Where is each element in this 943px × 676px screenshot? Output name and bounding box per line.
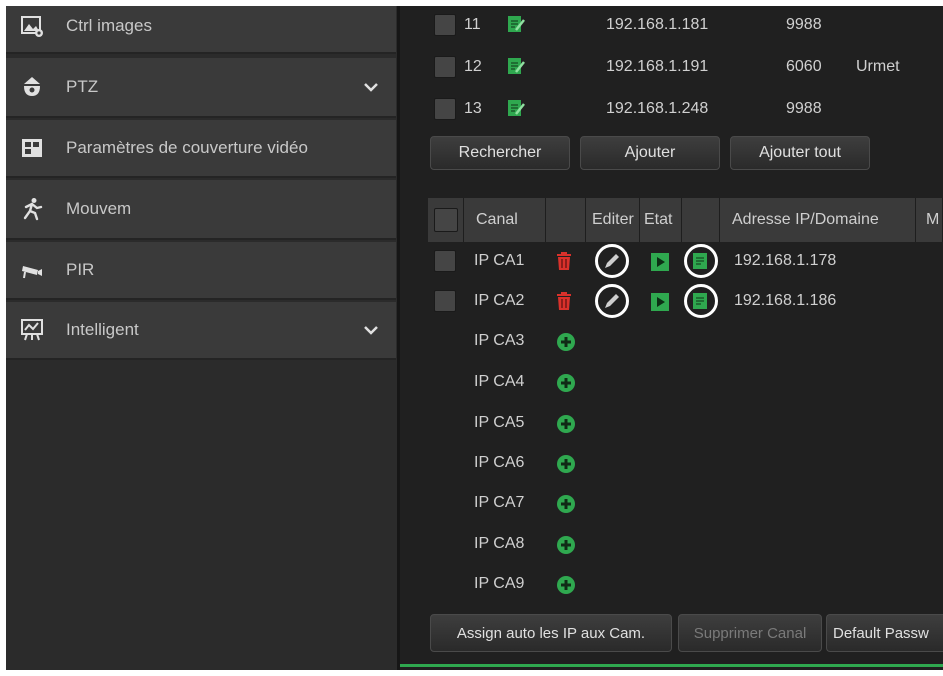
sidebar-item-label: Ctrl images [66, 16, 152, 35]
chevron-down-icon [364, 326, 378, 335]
video-cover-icon [22, 139, 42, 157]
add-circle-icon[interactable] [556, 414, 576, 434]
default-password-button[interactable]: Default Passw [826, 614, 943, 652]
main-panel: 11 192.168.1.181 9988 12 192.168.1.191 6… [400, 6, 943, 670]
channel-name: IP CA2 [474, 292, 525, 309]
select-all-checkbox[interactable] [434, 208, 458, 232]
channel-name: IP CA6 [474, 454, 525, 471]
column-header-channel[interactable]: Canal [464, 198, 546, 242]
sidebar-item-video-cover[interactable]: Paramètres de couverture vidéo [6, 120, 396, 178]
result-ip: 192.168.1.181 [606, 16, 709, 33]
sidebar-item-image-control[interactable]: Ctrl images [6, 6, 396, 54]
result-ip: 192.168.1.248 [606, 100, 709, 117]
assign-auto-ip-button[interactable]: Assign auto les IP aux Cam. [430, 614, 672, 652]
chevron-down-icon [364, 83, 378, 92]
channel-name: IP CA9 [474, 575, 525, 592]
trash-icon[interactable] [554, 291, 574, 311]
result-port: 6060 [786, 58, 822, 75]
column-header-ip-domain[interactable]: Adresse IP/Domaine [720, 198, 916, 242]
result-checkbox[interactable] [434, 56, 456, 78]
pir-camera-icon [22, 266, 42, 279]
row-checkbox[interactable] [434, 250, 456, 272]
channel-name: IP CA5 [474, 414, 525, 431]
column-header-delete [546, 198, 586, 242]
search-button[interactable]: Rechercher [430, 136, 570, 170]
play-status-icon [651, 293, 669, 311]
sidebar-item-label: Mouvem [66, 199, 132, 218]
sidebar-item-label: Paramètres de couverture vidéo [66, 138, 308, 157]
sidebar-item-label: Intelligent [66, 320, 139, 339]
result-ip: 192.168.1.191 [606, 58, 709, 75]
header-checkbox-cell [428, 198, 464, 242]
add-circle-icon[interactable] [556, 575, 576, 595]
edit-green-icon[interactable] [506, 14, 526, 34]
sidebar-item-motion[interactable]: Mouvem [6, 180, 396, 240]
edit-green-icon[interactable] [506, 98, 526, 118]
highlight-circle [684, 284, 718, 318]
sidebar-item-ptz[interactable]: PTZ [6, 58, 396, 118]
column-header-more[interactable]: M [916, 198, 943, 242]
add-circle-icon[interactable] [556, 373, 576, 393]
highlight-circle [595, 244, 629, 278]
result-number: 13 [464, 100, 482, 117]
result-port: 9988 [786, 100, 822, 117]
sidebar-item-pir[interactable]: PIR [6, 242, 396, 300]
channel-name: IP CA8 [474, 535, 525, 552]
result-checkbox[interactable] [434, 98, 456, 120]
channel-name: IP CA4 [474, 373, 525, 390]
accent-line [400, 664, 943, 667]
add-circle-icon[interactable] [556, 454, 576, 474]
result-port: 9988 [786, 16, 822, 33]
nvr-window: Ctrl images PTZ Paramètres de couverture… [6, 6, 943, 670]
channel-ip: 192.168.1.178 [734, 252, 837, 269]
intelligent-easel-icon [21, 319, 43, 341]
play-status-icon [651, 253, 669, 271]
motion-person-icon [23, 198, 43, 221]
highlight-circle [595, 284, 629, 318]
result-checkbox[interactable] [434, 14, 456, 36]
add-button[interactable]: Ajouter [580, 136, 720, 170]
sidebar: Ctrl images PTZ Paramètres de couverture… [6, 6, 398, 670]
add-circle-icon[interactable] [556, 494, 576, 514]
sidebar-item-label: PIR [66, 260, 95, 279]
result-number: 12 [464, 58, 482, 75]
column-header-state[interactable]: Etat [640, 198, 682, 242]
sidebar-item-intelligent[interactable]: Intelligent [6, 302, 396, 360]
ptz-camera-icon [24, 77, 40, 96]
add-circle-icon[interactable] [556, 332, 576, 352]
column-header-config [682, 198, 720, 242]
delete-channel-button[interactable]: Supprimer Canal [678, 614, 822, 652]
sidebar-item-label: PTZ [66, 77, 99, 96]
highlight-circle [684, 244, 718, 278]
trash-icon[interactable] [554, 251, 574, 271]
result-number: 11 [464, 16, 481, 33]
column-header-edit[interactable]: Editer [586, 198, 640, 242]
row-checkbox[interactable] [434, 290, 456, 312]
channel-name: IP CA1 [474, 252, 525, 269]
edit-green-icon[interactable] [506, 56, 526, 76]
channel-ip: 192.168.1.186 [734, 292, 837, 309]
result-brand: Urmet [856, 58, 900, 75]
channel-name: IP CA3 [474, 332, 525, 349]
channel-name: IP CA7 [474, 494, 525, 511]
add-all-button[interactable]: Ajouter tout [730, 136, 870, 170]
add-circle-icon[interactable] [556, 535, 576, 555]
image-settings-icon [21, 16, 43, 37]
